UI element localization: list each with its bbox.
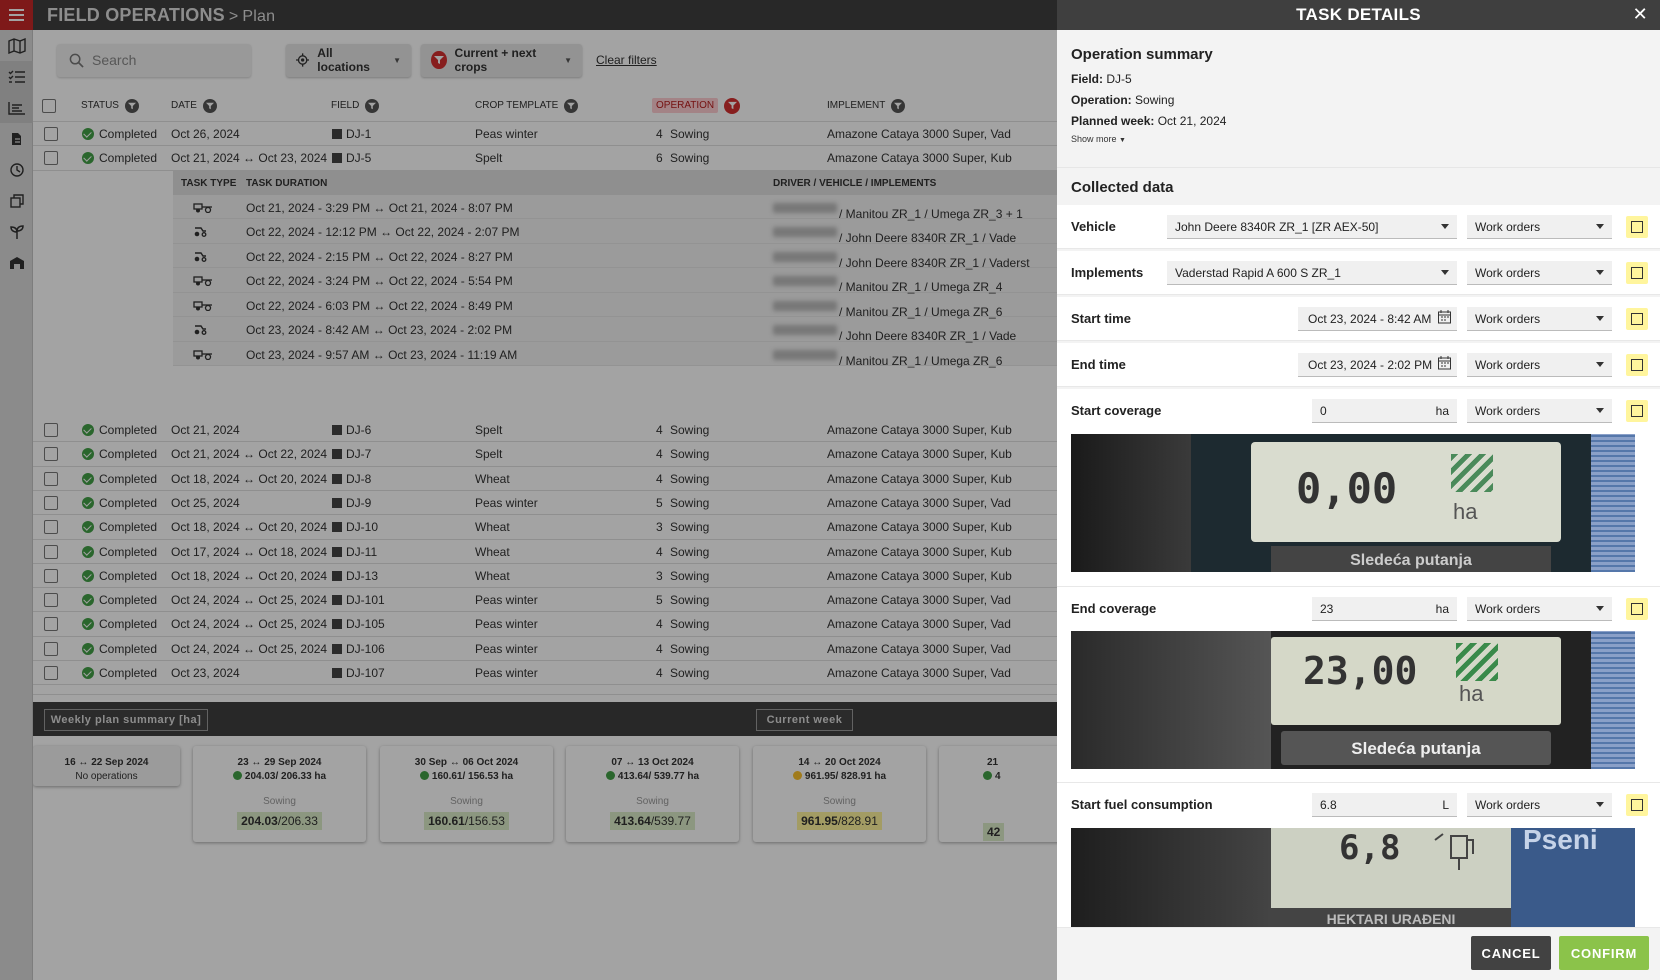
- photo-caption: HEKTARI URAĐENI: [1271, 908, 1511, 927]
- start-time-input[interactable]: Oct 23, 2024 - 8:42 AM: [1298, 307, 1457, 331]
- photo-side-text: Pseni: [1523, 828, 1598, 855]
- planned-week-label: Planned week:: [1071, 114, 1155, 128]
- photo-readout: 0,00: [1296, 464, 1398, 513]
- implements-label: Implements: [1071, 265, 1144, 280]
- confirm-button[interactable]: CONFIRM: [1559, 936, 1649, 970]
- start-fuel-confirm-checkbox[interactable]: [1626, 794, 1648, 816]
- fuel-pump-icon: [1431, 830, 1481, 879]
- panel-footer: CANCEL CONFIRM: [1057, 928, 1660, 980]
- end-coverage-confirm-checkbox[interactable]: [1626, 598, 1648, 620]
- calendar-icon[interactable]: [1438, 356, 1451, 373]
- summary-title: Operation summary: [1071, 46, 1213, 63]
- photo-unit: ha: [1459, 681, 1484, 706]
- modal-backdrop[interactable]: [0, 0, 1057, 980]
- start-coverage-source-select[interactable]: Work orders: [1467, 399, 1612, 423]
- start-coverage-photo[interactable]: 0,00 ha Sledeća putanja: [1071, 434, 1635, 572]
- start-coverage-label: Start coverage: [1071, 403, 1162, 418]
- end-time-label: End time: [1071, 357, 1126, 372]
- end-coverage-label: End coverage: [1071, 601, 1157, 616]
- start-time-source-select[interactable]: Work orders: [1467, 307, 1612, 331]
- start-time-row: Start time Oct 23, 2024 - 8:42 AM Work o…: [1057, 297, 1660, 341]
- vehicle-row: Vehicle John Deere 8340R ZR_1 [ZR AEX-50…: [1057, 205, 1660, 249]
- start-coverage-input[interactable]: 0 ha: [1312, 399, 1457, 423]
- start-coverage-row: Start coverage 0 ha Work orders 0,00 ha S…: [1057, 389, 1660, 587]
- start-fuel-photo[interactable]: 6,8 Pseni HEKTARI URAĐENI: [1071, 828, 1635, 927]
- photo-caption: Sledeća putanja: [1281, 731, 1551, 765]
- unit-label: ha: [1435, 601, 1449, 616]
- collected-title: Collected data: [1071, 179, 1174, 196]
- end-time-row: End time Oct 23, 2024 - 2:02 PM Work ord…: [1057, 343, 1660, 387]
- end-time-input[interactable]: Oct 23, 2024 - 2:02 PM: [1298, 353, 1457, 377]
- start-time-label: Start time: [1071, 311, 1131, 326]
- start-fuel-row: Start fuel consumption 6.8 L Work orders …: [1057, 783, 1660, 928]
- end-coverage-row: End coverage 23 ha Work orders 23,00 ha S…: [1057, 587, 1660, 783]
- photo-readout: 6,8: [1339, 828, 1401, 868]
- operation-summary: Operation summary Field: DJ-5 Operation:…: [1071, 46, 1226, 144]
- end-coverage-source-select[interactable]: Work orders: [1467, 597, 1612, 621]
- start-time-confirm-checkbox[interactable]: [1626, 308, 1648, 330]
- task-details-panel: TASK DETAILS ✕ Operation summary Field: …: [1057, 0, 1660, 980]
- field-label: Field:: [1071, 72, 1103, 86]
- panel-title: TASK DETAILS: [1296, 5, 1421, 24]
- planned-week-value: Oct 21, 2024: [1157, 114, 1227, 128]
- field-value: DJ-5: [1106, 72, 1132, 86]
- vehicle-select[interactable]: John Deere 8340R ZR_1 [ZR AEX-50]: [1167, 215, 1457, 239]
- implements-confirm-checkbox[interactable]: [1626, 262, 1648, 284]
- end-coverage-input[interactable]: 23 ha: [1312, 597, 1457, 621]
- end-time-source-select[interactable]: Work orders: [1467, 353, 1612, 377]
- chevron-down-icon: ▼: [1119, 137, 1126, 144]
- start-fuel-source-select[interactable]: Work orders: [1467, 793, 1612, 817]
- show-more-button[interactable]: Show more ▼: [1071, 134, 1226, 144]
- close-icon[interactable]: ✕: [1633, 4, 1648, 25]
- implements-source-select[interactable]: Work orders: [1467, 261, 1612, 285]
- vehicle-source-select[interactable]: Work orders: [1467, 215, 1612, 239]
- operation-value: Sowing: [1135, 93, 1175, 107]
- start-coverage-confirm-checkbox[interactable]: [1626, 400, 1648, 422]
- photo-caption: Sledeća putanja: [1271, 546, 1551, 572]
- implements-row: Implements Vaderstad Rapid A 600 S ZR_1 …: [1057, 251, 1660, 295]
- end-time-confirm-checkbox[interactable]: [1626, 354, 1648, 376]
- unit-label: L: [1442, 797, 1449, 812]
- photo-readout: 23,00: [1303, 649, 1418, 693]
- implements-select[interactable]: Vaderstad Rapid A 600 S ZR_1: [1167, 261, 1457, 285]
- collected-header: Collected data: [1057, 167, 1660, 205]
- stripes-icon: [1451, 454, 1493, 492]
- calendar-icon[interactable]: [1438, 310, 1451, 327]
- panel-header: TASK DETAILS ✕: [1057, 0, 1660, 30]
- start-fuel-input[interactable]: 6.8 L: [1312, 793, 1457, 817]
- end-coverage-photo[interactable]: 23,00 ha Sledeća putanja: [1071, 631, 1635, 769]
- cancel-button[interactable]: CANCEL: [1471, 936, 1551, 970]
- vehicle-label: Vehicle: [1071, 219, 1116, 234]
- unit-label: ha: [1435, 403, 1449, 418]
- stripes-icon: [1456, 643, 1498, 681]
- vehicle-confirm-checkbox[interactable]: [1626, 216, 1648, 238]
- operation-label: Operation:: [1071, 93, 1132, 107]
- photo-unit: ha: [1453, 499, 1478, 524]
- start-fuel-label: Start fuel consumption: [1071, 797, 1213, 812]
